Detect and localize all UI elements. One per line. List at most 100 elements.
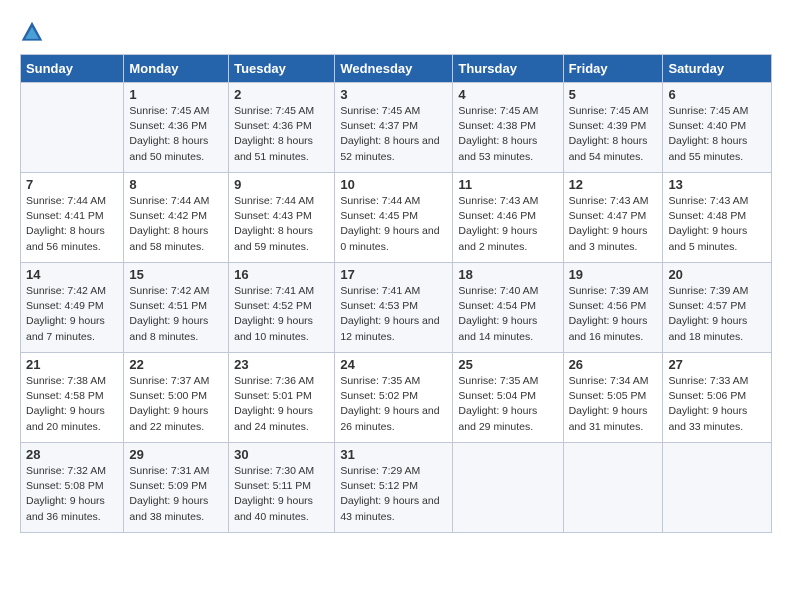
- calendar-table: SundayMondayTuesdayWednesdayThursdayFrid…: [20, 54, 772, 533]
- calendar-cell: [563, 443, 663, 533]
- calendar-cell: 20 Sunrise: 7:39 AMSunset: 4:57 PMDaylig…: [663, 263, 772, 353]
- calendar-week-row: 14 Sunrise: 7:42 AMSunset: 4:49 PMDaylig…: [21, 263, 772, 353]
- day-number: 23: [234, 357, 329, 372]
- day-number: 26: [569, 357, 658, 372]
- day-number: 3: [340, 87, 447, 102]
- calendar-cell: 29 Sunrise: 7:31 AMSunset: 5:09 PMDaylig…: [124, 443, 229, 533]
- day-info: Sunrise: 7:43 AMSunset: 4:46 PMDaylight:…: [458, 194, 557, 255]
- day-number: 28: [26, 447, 118, 462]
- day-number: 7: [26, 177, 118, 192]
- day-number: 30: [234, 447, 329, 462]
- day-info: Sunrise: 7:35 AMSunset: 5:02 PMDaylight:…: [340, 374, 447, 435]
- calendar-cell: 18 Sunrise: 7:40 AMSunset: 4:54 PMDaylig…: [453, 263, 563, 353]
- day-info: Sunrise: 7:42 AMSunset: 4:51 PMDaylight:…: [129, 284, 223, 345]
- day-number: 9: [234, 177, 329, 192]
- calendar-week-row: 21 Sunrise: 7:38 AMSunset: 4:58 PMDaylig…: [21, 353, 772, 443]
- day-number: 12: [569, 177, 658, 192]
- calendar-cell: 16 Sunrise: 7:41 AMSunset: 4:52 PMDaylig…: [229, 263, 335, 353]
- calendar-cell: 28 Sunrise: 7:32 AMSunset: 5:08 PMDaylig…: [21, 443, 124, 533]
- day-info: Sunrise: 7:43 AMSunset: 4:47 PMDaylight:…: [569, 194, 658, 255]
- day-info: Sunrise: 7:32 AMSunset: 5:08 PMDaylight:…: [26, 464, 118, 525]
- calendar-cell: 15 Sunrise: 7:42 AMSunset: 4:51 PMDaylig…: [124, 263, 229, 353]
- weekday-header-row: SundayMondayTuesdayWednesdayThursdayFrid…: [21, 55, 772, 83]
- calendar-week-row: 1 Sunrise: 7:45 AMSunset: 4:36 PMDayligh…: [21, 83, 772, 173]
- day-number: 24: [340, 357, 447, 372]
- calendar-cell: 13 Sunrise: 7:43 AMSunset: 4:48 PMDaylig…: [663, 173, 772, 263]
- calendar-cell: 5 Sunrise: 7:45 AMSunset: 4:39 PMDayligh…: [563, 83, 663, 173]
- calendar-cell: [663, 443, 772, 533]
- day-number: 29: [129, 447, 223, 462]
- day-info: Sunrise: 7:29 AMSunset: 5:12 PMDaylight:…: [340, 464, 447, 525]
- calendar-cell: 31 Sunrise: 7:29 AMSunset: 5:12 PMDaylig…: [335, 443, 453, 533]
- day-number: 10: [340, 177, 447, 192]
- day-info: Sunrise: 7:34 AMSunset: 5:05 PMDaylight:…: [569, 374, 658, 435]
- day-info: Sunrise: 7:42 AMSunset: 4:49 PMDaylight:…: [26, 284, 118, 345]
- calendar-cell: [453, 443, 563, 533]
- weekday-header-wednesday: Wednesday: [335, 55, 453, 83]
- day-info: Sunrise: 7:44 AMSunset: 4:41 PMDaylight:…: [26, 194, 118, 255]
- day-info: Sunrise: 7:35 AMSunset: 5:04 PMDaylight:…: [458, 374, 557, 435]
- day-number: 21: [26, 357, 118, 372]
- day-info: Sunrise: 7:45 AMSunset: 4:39 PMDaylight:…: [569, 104, 658, 165]
- weekday-header-tuesday: Tuesday: [229, 55, 335, 83]
- calendar-cell: 11 Sunrise: 7:43 AMSunset: 4:46 PMDaylig…: [453, 173, 563, 263]
- day-info: Sunrise: 7:30 AMSunset: 5:11 PMDaylight:…: [234, 464, 329, 525]
- day-number: 13: [668, 177, 766, 192]
- day-number: 8: [129, 177, 223, 192]
- weekday-header-monday: Monday: [124, 55, 229, 83]
- day-number: 20: [668, 267, 766, 282]
- weekday-header-thursday: Thursday: [453, 55, 563, 83]
- calendar-cell: 9 Sunrise: 7:44 AMSunset: 4:43 PMDayligh…: [229, 173, 335, 263]
- calendar-cell: 6 Sunrise: 7:45 AMSunset: 4:40 PMDayligh…: [663, 83, 772, 173]
- day-info: Sunrise: 7:45 AMSunset: 4:36 PMDaylight:…: [234, 104, 329, 165]
- calendar-week-row: 28 Sunrise: 7:32 AMSunset: 5:08 PMDaylig…: [21, 443, 772, 533]
- day-info: Sunrise: 7:39 AMSunset: 4:56 PMDaylight:…: [569, 284, 658, 345]
- calendar-week-row: 7 Sunrise: 7:44 AMSunset: 4:41 PMDayligh…: [21, 173, 772, 263]
- calendar-cell: 1 Sunrise: 7:45 AMSunset: 4:36 PMDayligh…: [124, 83, 229, 173]
- calendar-cell: 14 Sunrise: 7:42 AMSunset: 4:49 PMDaylig…: [21, 263, 124, 353]
- calendar-cell: 21 Sunrise: 7:38 AMSunset: 4:58 PMDaylig…: [21, 353, 124, 443]
- day-number: 11: [458, 177, 557, 192]
- day-info: Sunrise: 7:44 AMSunset: 4:43 PMDaylight:…: [234, 194, 329, 255]
- calendar-cell: 17 Sunrise: 7:41 AMSunset: 4:53 PMDaylig…: [335, 263, 453, 353]
- weekday-header-saturday: Saturday: [663, 55, 772, 83]
- calendar-cell: 4 Sunrise: 7:45 AMSunset: 4:38 PMDayligh…: [453, 83, 563, 173]
- day-number: 25: [458, 357, 557, 372]
- calendar-cell: 12 Sunrise: 7:43 AMSunset: 4:47 PMDaylig…: [563, 173, 663, 263]
- calendar-cell: 7 Sunrise: 7:44 AMSunset: 4:41 PMDayligh…: [21, 173, 124, 263]
- day-number: 2: [234, 87, 329, 102]
- day-info: Sunrise: 7:45 AMSunset: 4:38 PMDaylight:…: [458, 104, 557, 165]
- calendar-cell: 8 Sunrise: 7:44 AMSunset: 4:42 PMDayligh…: [124, 173, 229, 263]
- weekday-header-sunday: Sunday: [21, 55, 124, 83]
- calendar-cell: 30 Sunrise: 7:30 AMSunset: 5:11 PMDaylig…: [229, 443, 335, 533]
- day-info: Sunrise: 7:41 AMSunset: 4:53 PMDaylight:…: [340, 284, 447, 345]
- day-number: 17: [340, 267, 447, 282]
- day-number: 4: [458, 87, 557, 102]
- day-number: 1: [129, 87, 223, 102]
- calendar-cell: [21, 83, 124, 173]
- day-number: 16: [234, 267, 329, 282]
- calendar-cell: 26 Sunrise: 7:34 AMSunset: 5:05 PMDaylig…: [563, 353, 663, 443]
- day-number: 6: [668, 87, 766, 102]
- day-number: 15: [129, 267, 223, 282]
- day-number: 27: [668, 357, 766, 372]
- day-number: 14: [26, 267, 118, 282]
- logo-icon: [20, 20, 44, 44]
- day-number: 31: [340, 447, 447, 462]
- calendar-cell: 22 Sunrise: 7:37 AMSunset: 5:00 PMDaylig…: [124, 353, 229, 443]
- logo: [20, 20, 48, 44]
- day-info: Sunrise: 7:45 AMSunset: 4:40 PMDaylight:…: [668, 104, 766, 165]
- day-number: 5: [569, 87, 658, 102]
- day-info: Sunrise: 7:38 AMSunset: 4:58 PMDaylight:…: [26, 374, 118, 435]
- calendar-cell: 23 Sunrise: 7:36 AMSunset: 5:01 PMDaylig…: [229, 353, 335, 443]
- calendar-cell: 27 Sunrise: 7:33 AMSunset: 5:06 PMDaylig…: [663, 353, 772, 443]
- day-info: Sunrise: 7:45 AMSunset: 4:36 PMDaylight:…: [129, 104, 223, 165]
- day-info: Sunrise: 7:31 AMSunset: 5:09 PMDaylight:…: [129, 464, 223, 525]
- weekday-header-friday: Friday: [563, 55, 663, 83]
- calendar-cell: 10 Sunrise: 7:44 AMSunset: 4:45 PMDaylig…: [335, 173, 453, 263]
- day-info: Sunrise: 7:45 AMSunset: 4:37 PMDaylight:…: [340, 104, 447, 165]
- calendar-cell: 2 Sunrise: 7:45 AMSunset: 4:36 PMDayligh…: [229, 83, 335, 173]
- calendar-cell: 19 Sunrise: 7:39 AMSunset: 4:56 PMDaylig…: [563, 263, 663, 353]
- day-info: Sunrise: 7:33 AMSunset: 5:06 PMDaylight:…: [668, 374, 766, 435]
- day-number: 19: [569, 267, 658, 282]
